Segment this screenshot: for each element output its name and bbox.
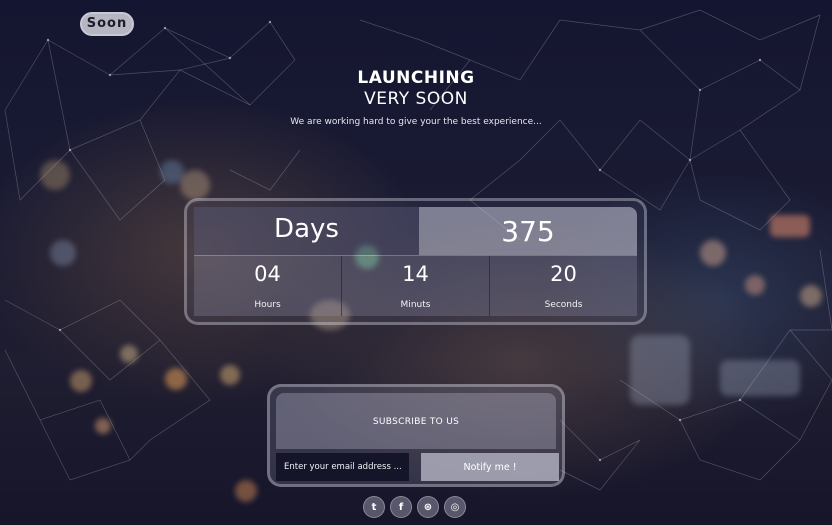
bokeh-light xyxy=(630,335,690,405)
headline-very-soon: VERY SOON xyxy=(364,89,468,109)
bokeh-light xyxy=(70,370,92,392)
bokeh-light xyxy=(180,170,210,200)
seconds-cell: 20 Seconds xyxy=(490,256,637,316)
bokeh-light xyxy=(800,285,822,307)
bokeh-light xyxy=(235,480,257,502)
subscribe-panel: SUBSCRIBE TO US Notify me ! xyxy=(267,384,565,487)
soon-logo[interactable]: Soon xyxy=(80,12,134,36)
seconds-value: 20 xyxy=(550,262,577,286)
instagram-icon[interactable]: ◎ xyxy=(444,496,466,518)
landing-page: Soon LAUNCHING VERY SOON We are working … xyxy=(0,0,832,525)
bokeh-light xyxy=(50,240,76,266)
countdown-inner: Days 375 04 Hours 14 Minuts 20 Seconds xyxy=(194,207,637,316)
bokeh-light xyxy=(160,160,184,184)
hours-cell: 04 Hours xyxy=(194,256,342,316)
days-row: Days 375 xyxy=(194,207,637,255)
minutes-label: Minuts xyxy=(400,300,431,310)
minutes-value: 14 xyxy=(402,262,429,286)
minutes-cell: 14 Minuts xyxy=(342,256,490,316)
countdown-panel: Days 375 04 Hours 14 Minuts 20 Seconds xyxy=(184,198,647,325)
bokeh-light xyxy=(40,160,70,190)
bokeh-light xyxy=(120,345,138,363)
days-label: Days xyxy=(194,207,419,255)
email-field[interactable] xyxy=(276,453,409,481)
facebook-icon[interactable]: f xyxy=(390,496,412,518)
headline: LAUNCHING VERY SOON xyxy=(0,68,832,110)
bokeh-light xyxy=(770,215,810,237)
tagline: We are working hard to give your the bes… xyxy=(290,117,542,127)
social-links: t f ⊛ ◎ xyxy=(363,496,466,518)
headline-launching: LAUNCHING xyxy=(357,68,475,88)
countdown-units: 04 Hours 14 Minuts 20 Seconds xyxy=(194,255,637,316)
notify-me-button[interactable]: Notify me ! xyxy=(421,453,559,481)
twitter-icon[interactable]: t xyxy=(363,496,385,518)
subscribe-title: SUBSCRIBE TO US xyxy=(372,417,460,427)
hours-label: Hours xyxy=(254,300,281,310)
bokeh-light xyxy=(165,368,187,390)
bokeh-light xyxy=(700,240,726,266)
hours-value: 04 xyxy=(254,262,281,286)
bokeh-light xyxy=(745,275,765,295)
bokeh-light xyxy=(220,365,240,385)
subscribe-header: SUBSCRIBE TO US xyxy=(276,393,556,449)
bokeh-light xyxy=(720,360,800,396)
seconds-label: Seconds xyxy=(544,300,583,310)
dribbble-icon[interactable]: ⊛ xyxy=(417,496,439,518)
days-value: 375 xyxy=(419,207,637,255)
bokeh-light xyxy=(95,418,111,434)
